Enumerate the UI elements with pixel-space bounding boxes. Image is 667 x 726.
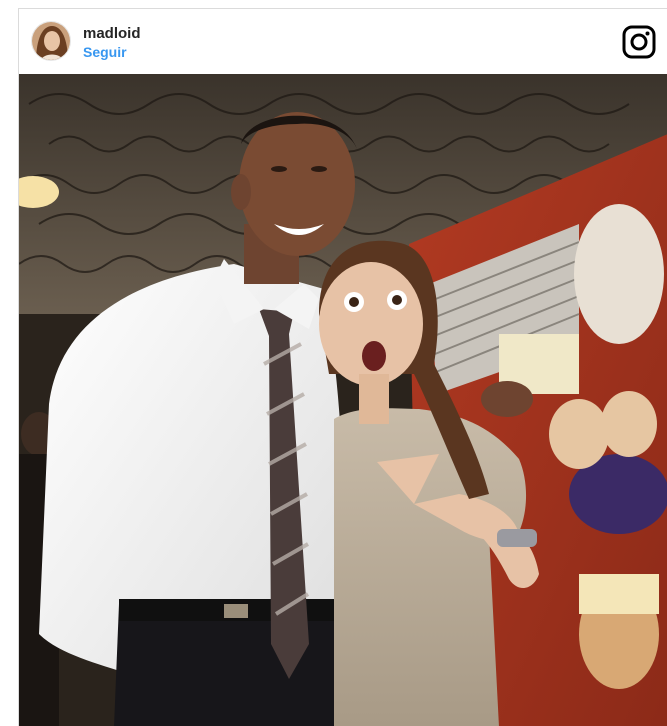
post-photo-image bbox=[19, 74, 667, 726]
instagram-embed-card: madloid Seguir bbox=[18, 8, 667, 726]
post-username[interactable]: madloid bbox=[83, 25, 141, 42]
post-header: madloid Seguir bbox=[19, 9, 667, 74]
instagram-glyph-icon[interactable] bbox=[622, 25, 656, 59]
profile-avatar[interactable] bbox=[31, 21, 71, 61]
post-photo[interactable] bbox=[19, 74, 667, 726]
follow-link[interactable]: Seguir bbox=[83, 44, 127, 60]
